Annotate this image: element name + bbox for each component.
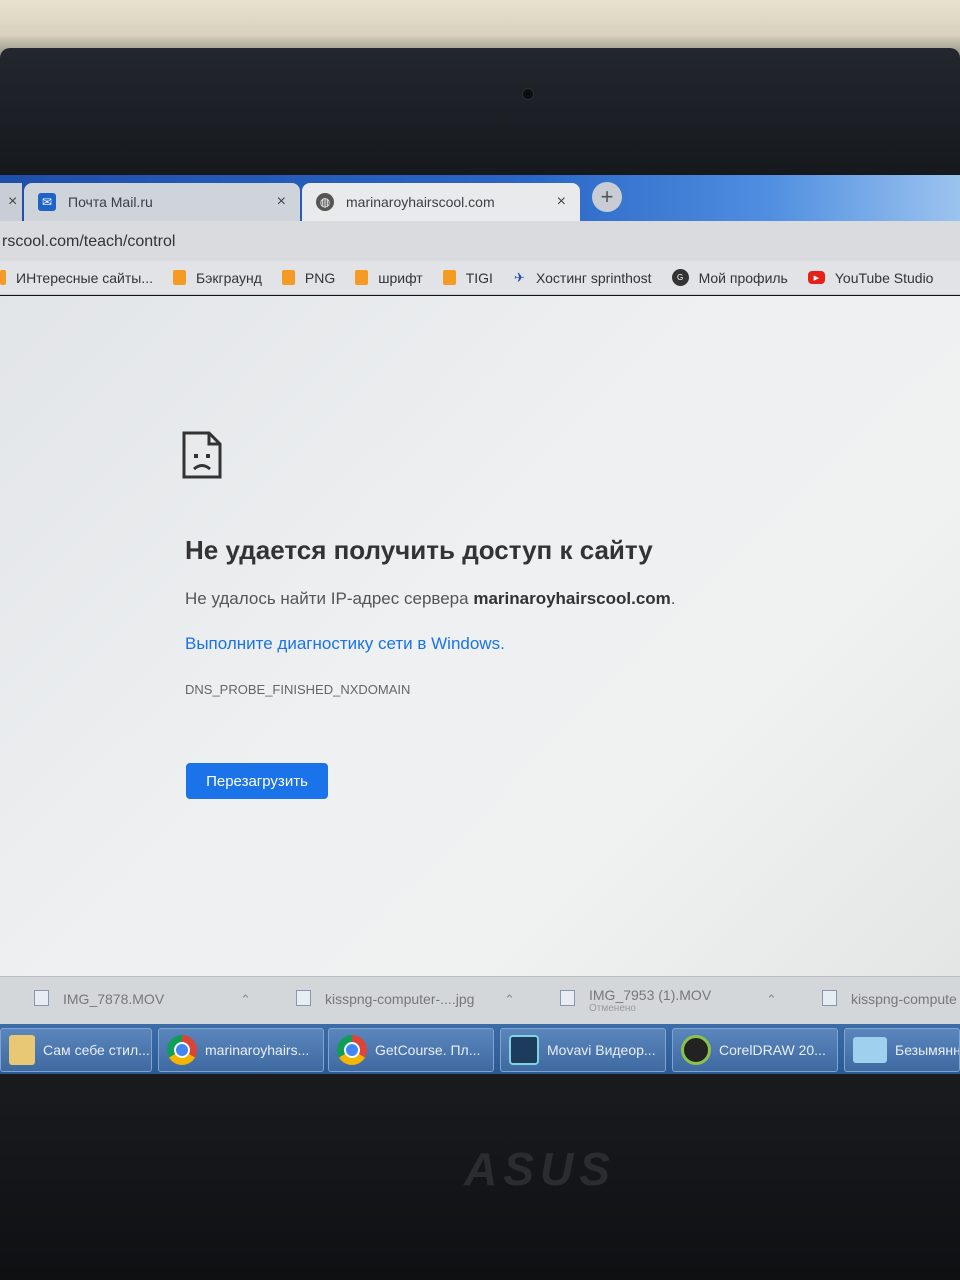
taskbar-item[interactable]: Безымянн: [844, 1028, 960, 1072]
tab-mail[interactable]: ✉ Почта Mail.ru ×: [24, 183, 300, 221]
download-status: Отменено: [589, 1003, 636, 1014]
image-file-icon: [296, 990, 311, 1006]
bookmark-label: PNG: [304, 269, 336, 286]
address-bar[interactable]: rscool.com/teach/control: [0, 221, 960, 263]
download-item[interactable]: IMG_7878.MOV ⌃: [34, 984, 262, 1020]
folder-icon: [173, 270, 187, 285]
tab-title: marinaroyhairscool.com: [346, 194, 495, 210]
download-name: kisspng-compute: [851, 991, 957, 1007]
taskbar-item[interactable]: GetCourse. Пл...: [328, 1028, 494, 1072]
bookmark-label: ИНтересные сайты...: [16, 269, 154, 286]
tab-partial[interactable]: ×: [0, 183, 22, 221]
mail-icon: ✉: [38, 193, 56, 211]
bookmark-label: Мой профиль: [698, 269, 788, 286]
bookmark-folder[interactable]: PNG: [281, 269, 336, 286]
image-file-icon: [822, 990, 837, 1006]
error-description-text: Не удалось найти IP-адрес сервера: [185, 589, 474, 608]
taskbar-item[interactable]: marinaroyhairs...: [158, 1028, 324, 1072]
bookmark-label: TIGI: [465, 269, 493, 286]
movavi-icon: [509, 1035, 539, 1065]
error-domain: marinaroyhairscool.com: [473, 589, 671, 608]
bookmark-folder[interactable]: ИНтересные сайты...: [0, 270, 153, 286]
taskbar-item[interactable]: CorelDRAW 20...: [672, 1028, 838, 1072]
bookmarks-bar: ИНтересные сайты... Бэкграунд PNG шрифт …: [0, 261, 960, 295]
laptop-brand-logo: ASUS: [464, 1143, 616, 1195]
download-name: IMG_7878.MOV: [63, 991, 165, 1007]
bookmark-sprinthost[interactable]: ✈ Хостинг sprinthost: [513, 270, 652, 286]
paint-icon: [853, 1037, 887, 1063]
globe-icon: ◍: [316, 193, 334, 211]
folder-icon: [9, 1035, 35, 1065]
close-icon[interactable]: ×: [277, 193, 286, 211]
taskbar-label: Безымянн: [895, 1042, 960, 1058]
download-item[interactable]: kisspng-compute: [822, 984, 960, 1020]
taskbar-item[interactable]: Сам себе стил...: [0, 1028, 152, 1072]
video-file-icon: [560, 990, 575, 1006]
error-description: Не удалось найти IP-адрес сервера marina…: [185, 589, 676, 609]
new-tab-button[interactable]: +: [592, 182, 622, 212]
download-name: IMG_7953 (1).MOV: [589, 987, 712, 1003]
chrome-icon: [167, 1035, 197, 1065]
bookmark-folder[interactable]: TIGI: [442, 269, 493, 286]
video-file-icon: [34, 990, 49, 1006]
download-item[interactable]: IMG_7953 (1).MOV Отменено ⌃: [560, 980, 790, 1016]
coreldraw-icon: [681, 1035, 711, 1065]
error-code: DNS_PROBE_FINISHED_NXDOMAIN: [185, 682, 411, 697]
bookmark-folder[interactable]: шрифт: [355, 269, 423, 286]
close-icon[interactable]: ×: [8, 193, 17, 211]
taskbar-item[interactable]: Movavi Видеор...: [500, 1028, 666, 1072]
download-name: kisspng-computer-....jpg: [325, 991, 475, 1007]
taskbar-label: Movavi Видеор...: [547, 1042, 656, 1058]
chevron-up-icon[interactable]: ⌃: [504, 992, 515, 1008]
bookmark-label: Хостинг sprinthost: [535, 269, 652, 286]
chevron-up-icon[interactable]: ⌃: [240, 992, 251, 1008]
bookmark-youtube[interactable]: ▶ YouTube Studio: [807, 269, 934, 286]
taskbar-label: Сам себе стил...: [43, 1042, 150, 1058]
tab-active[interactable]: ◍ marinaroyhairscool.com ×: [302, 183, 580, 221]
laptop-bezel-top: [0, 48, 960, 180]
error-title: Не удается получить доступ к сайту: [185, 535, 653, 565]
youtube-icon: ▶: [807, 271, 825, 284]
sprinthost-icon: ✈: [514, 269, 525, 285]
download-item[interactable]: kisspng-computer-....jpg ⌃: [296, 984, 526, 1020]
chevron-up-icon[interactable]: ⌃: [766, 992, 777, 1008]
webcam: [522, 88, 534, 100]
taskbar-label: GetCourse. Пл...: [375, 1042, 481, 1058]
bookmark-profile[interactable]: G Мой профиль: [671, 269, 788, 286]
bookmark-label: шрифт: [378, 269, 423, 286]
folder-icon: [442, 270, 456, 285]
diagnostics-link[interactable]: Выполните диагностику сети в Windows.: [185, 634, 505, 654]
close-icon[interactable]: ×: [557, 193, 566, 211]
folder-icon: [355, 270, 369, 285]
folder-icon: [281, 270, 295, 285]
bookmark-label: Бэкграунд: [196, 269, 262, 286]
bookmark-label: YouTube Studio: [834, 269, 934, 286]
sad-page-icon: [182, 431, 222, 479]
taskbar-label: marinaroyhairs...: [205, 1042, 310, 1058]
bookmark-folder[interactable]: Бэкграунд: [173, 270, 262, 286]
folder-icon: [0, 270, 6, 285]
reload-button[interactable]: Перезагрузить: [186, 763, 328, 799]
url-text: rscool.com/teach/control: [2, 233, 176, 250]
error-description-suffix: .: [670, 589, 676, 608]
taskbar-label: CorelDRAW 20...: [719, 1042, 826, 1058]
profile-icon: G: [671, 269, 689, 286]
chrome-icon: [337, 1035, 367, 1065]
tab-title: Почта Mail.ru: [68, 194, 153, 210]
